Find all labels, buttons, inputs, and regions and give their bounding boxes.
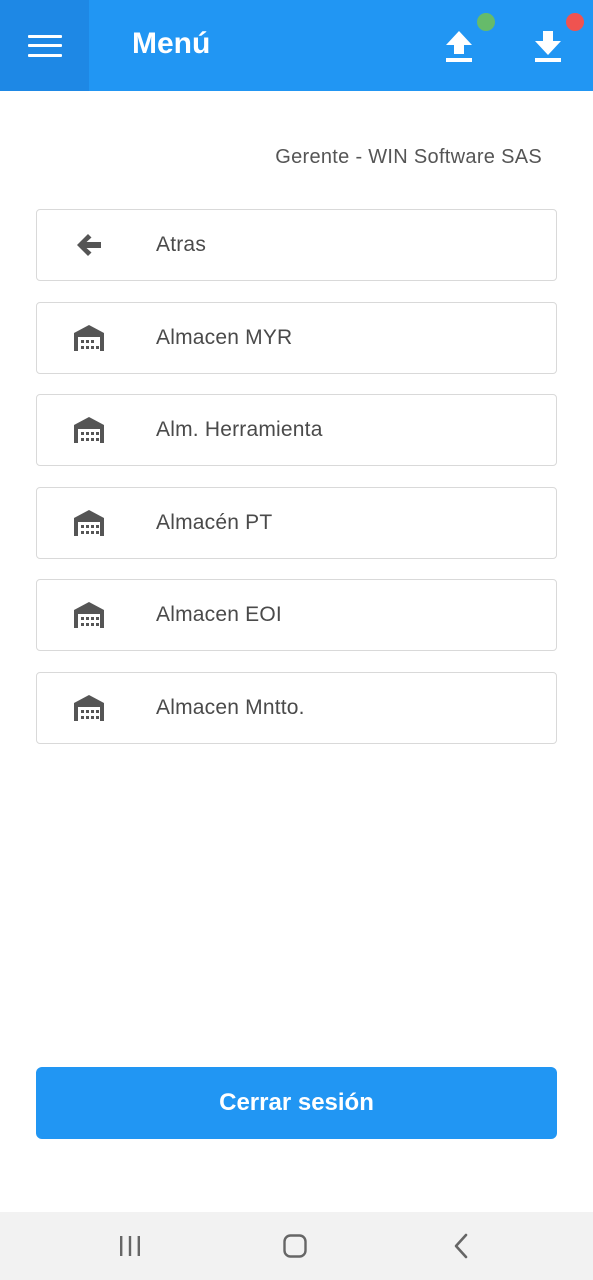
home-icon [283,1234,307,1258]
upload-status-dot [477,13,495,31]
menu-item-almacen-eoi[interactable]: Almacen EOI [36,579,557,651]
menu-item-almacen-myr[interactable]: Almacen MYR [36,301,557,374]
recent-apps-icon [120,1236,140,1256]
menu-item-back[interactable]: Atras [36,209,557,281]
menu-item-alm-herramienta[interactable]: Alm. Herramienta [36,394,557,466]
menu-item-label: Almacén PT [156,510,273,534]
menu-item-label: Almacen EOI [156,603,282,626]
back-icon [454,1233,468,1259]
back-button[interactable] [444,1228,480,1264]
menu-item-almacen-mntto[interactable]: Almacen Mntto. [36,671,557,744]
recent-apps-button[interactable] [112,1228,148,1264]
system-nav-bar [0,1212,593,1280]
upload-icon [446,31,472,62]
menu-item-label: Alm. Herramienta [156,418,323,441]
menu-list: Atras Almacen MYR Alm. Herramienta Almac… [36,209,557,764]
app-bar: Menú [0,0,593,91]
user-label: Gerente - WIN Software SAS [275,146,542,168]
download-status-dot [566,13,584,31]
page-title: Menú [132,27,211,60]
menu-item-label: Almacen MYR [156,325,293,349]
logout-button[interactable]: Cerrar sesión [36,1067,557,1139]
hamburger-icon [27,34,62,57]
warehouse-icon [73,599,105,631]
menu-button[interactable] [0,0,89,91]
menu-item-almacen-pt[interactable]: Almacén PT [36,486,557,559]
warehouse-icon [73,507,105,539]
download-icon [535,31,561,62]
menu-item-label: Almacen Mntto. [156,695,305,719]
warehouse-icon [73,322,105,354]
home-button[interactable] [277,1228,313,1264]
warehouse-icon [73,414,105,446]
back-arrow-icon [73,229,105,261]
warehouse-icon [73,692,105,724]
menu-item-label: Atras [156,233,207,256]
